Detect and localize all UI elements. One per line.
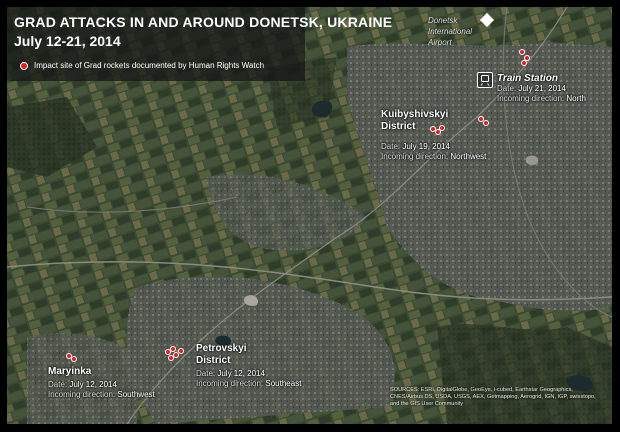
legend: Impact site of Grad rockets documented b…	[20, 61, 264, 70]
airport-label-line3: Airport	[428, 38, 452, 47]
direction-label: Incoming direction:	[48, 390, 116, 399]
site-date: Date: July 21, 2014	[497, 84, 586, 94]
impact-site-marker[interactable]	[71, 356, 77, 362]
site-name: Train Station	[497, 73, 558, 84]
direction-label: Incoming direction:	[196, 379, 264, 388]
airport-label-line1: Donetsk	[428, 16, 458, 25]
direction-value: Northwest	[450, 152, 487, 161]
train-glyph	[480, 75, 490, 86]
site-name-line1: Kuibyshivskyi	[381, 109, 449, 120]
site-date: Date: July 19, 2014	[381, 142, 486, 152]
impact-site-marker-icon	[20, 61, 28, 70]
map-subtitle: July 12-21, 2014	[14, 33, 121, 49]
train-station-site: Train Station Date: July 21, 2014 Incomi…	[497, 73, 586, 104]
site-direction: Incoming direction: Southwest	[48, 390, 155, 400]
date-label: Date:	[497, 84, 517, 93]
date-value: July 12, 2014	[69, 380, 117, 389]
impact-site-marker[interactable]	[178, 348, 184, 354]
impact-site-marker[interactable]	[168, 355, 174, 361]
direction-value: Southwest	[117, 390, 155, 399]
direction-label: Incoming direction:	[381, 152, 449, 161]
legend-text: Impact site of Grad rockets documented b…	[34, 61, 265, 70]
impact-site-marker[interactable]	[439, 125, 445, 131]
site-direction: Incoming direction: Southeast	[196, 379, 301, 389]
date-value: July 12, 2014	[217, 369, 265, 378]
site-direction: Incoming direction: Northwest	[381, 152, 486, 162]
impact-site-marker[interactable]	[483, 120, 489, 126]
date-label: Date:	[381, 142, 401, 151]
airport-label-line2: International	[428, 27, 473, 36]
map-frame: GRAD ATTACKS IN AND AROUND DONETSK, UKRA…	[0, 0, 620, 432]
sources-credit: SOURCES: ESRI, DigitalGlobe, GeoEye, i-c…	[390, 387, 596, 407]
direction-label: Incoming direction:	[497, 94, 565, 103]
site-date: Date: July 12, 2014	[196, 369, 301, 379]
map-title: GRAD ATTACKS IN AND AROUND DONETSK, UKRA…	[14, 14, 393, 30]
site-direction: Incoming direction: North	[497, 94, 586, 104]
date-label: Date:	[196, 369, 216, 378]
site-date: Date: July 12, 2014	[48, 380, 155, 390]
impact-site-marker[interactable]	[519, 49, 525, 55]
direction-value: Southeast	[265, 379, 302, 388]
date-label: Date:	[48, 380, 68, 389]
airport-label: Donetsk International Airport	[428, 15, 472, 48]
site-name: Maryinka	[48, 366, 92, 377]
impact-site-marker[interactable]	[521, 60, 527, 66]
train-station-icon	[477, 72, 493, 88]
kuibyshivskyi-site: Kuibyshivskyi District Date: July 19, 20…	[381, 109, 486, 162]
maryinka-site: Maryinka Date: July 12, 2014 Incoming di…	[48, 366, 155, 400]
site-name-line1: Petrovskyi	[196, 343, 247, 354]
date-value: July 21, 2014	[518, 84, 566, 93]
date-value: July 19, 2014	[402, 142, 450, 151]
site-name-line2: District	[196, 355, 231, 366]
petrovskyi-site: Petrovskyi District Date: July 12, 2014 …	[196, 343, 301, 389]
direction-value: North	[566, 94, 586, 103]
